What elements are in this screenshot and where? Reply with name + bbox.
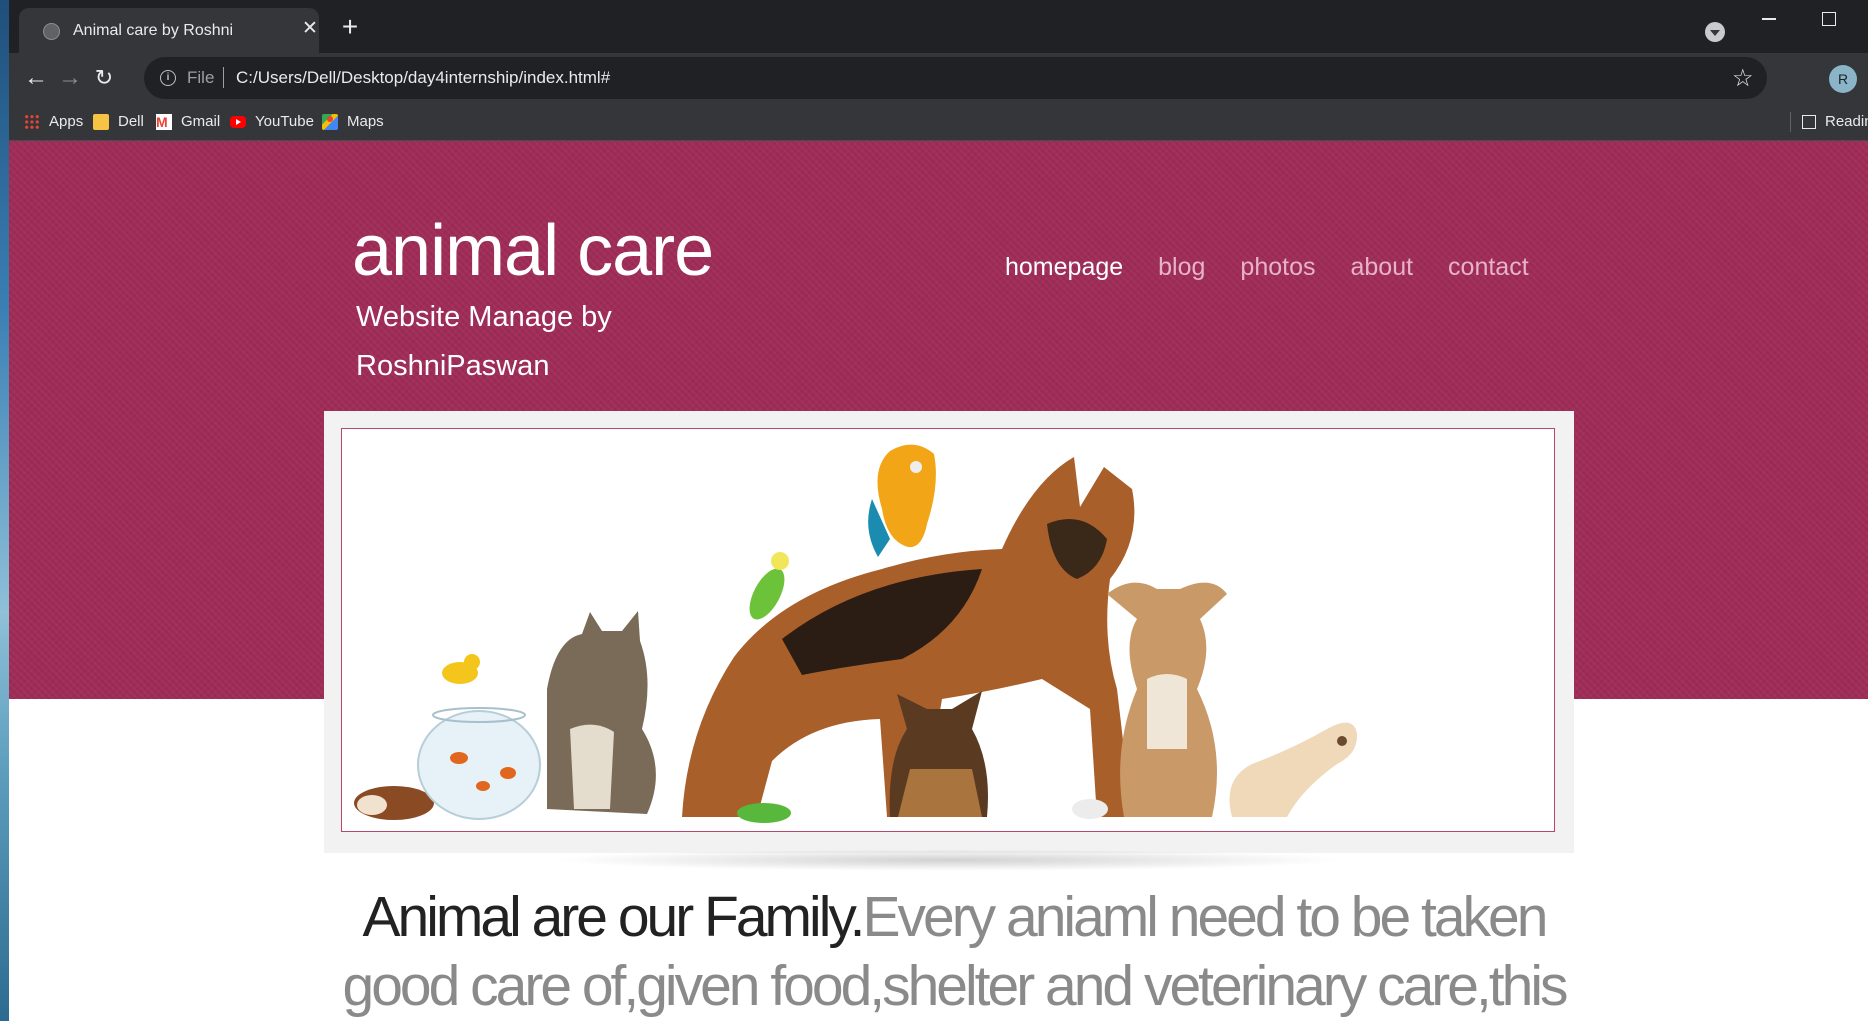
profile-avatar[interactable]: R [1829,65,1857,93]
maps-icon [322,114,338,131]
pets-illustration [354,444,1358,823]
bookmarks-separator [1790,112,1791,132]
reading-list-icon [1802,115,1816,130]
headline-lead: Animal are our Family. [362,885,866,949]
back-arrow-icon[interactable]: ← [21,63,51,93]
browser-window: Animal care by Roshni ✕ + ← → ↻ i File C… [9,0,1868,1021]
folder-icon [93,114,109,131]
main-nav: homepage blog photos about contact [1005,253,1564,293]
browser-tab[interactable]: Animal care by Roshni ✕ [19,8,319,53]
bookmark-label: Apps [49,113,84,130]
tab-search-icon[interactable] [1705,22,1725,42]
bookmark-label: Gmail [181,113,221,130]
ferret-shape [1229,722,1358,817]
url-text[interactable]: C:/Users/Dell/Desktop/day4internship/ind… [236,68,610,88]
site-tagline: Website Manage by RoshniPaswan [356,301,612,382]
nav-photos[interactable]: photos [1240,253,1315,282]
frame-shadow [549,849,1349,871]
mouse-shape [1072,799,1108,819]
web-page: animal care Website Manage by RoshniPasw… [9,141,1868,1021]
bookmark-label: YouTube [255,113,314,130]
nav-homepage[interactable]: homepage [1005,253,1123,282]
reading-list-label: Reading [1825,113,1868,130]
bookmark-label: Dell [118,113,144,130]
reading-list-button[interactable]: Reading [1802,112,1868,132]
info-icon[interactable]: i [160,70,176,86]
desktop-background-strip [0,0,9,1021]
address-bar[interactable]: i File C:/Users/Dell/Desktop/day4interns… [144,57,1767,99]
bookmark-gmail[interactable]: Gmail [156,112,220,132]
apps-grid-icon [24,114,40,131]
tab-title: Animal care by Roshni [73,22,234,39]
url-scheme-label: File [187,68,215,87]
hero-image-frame [324,411,1574,853]
star-icon[interactable]: ☆ [1732,64,1754,93]
nav-contact[interactable]: contact [1448,253,1529,282]
nav-blog[interactable]: blog [1158,253,1205,282]
close-tab-icon[interactable]: ✕ [299,18,321,40]
site-logo[interactable]: animal care [352,215,714,287]
minimize-icon[interactable] [1762,18,1776,20]
intro-headline: Animal are our Family.Every aniaml need … [324,883,1584,1021]
new-tab-button[interactable]: + [337,13,363,41]
hero-image [341,428,1555,832]
youtube-icon [230,116,246,129]
nav-about[interactable]: about [1350,253,1413,282]
maximize-icon[interactable] [1822,12,1836,26]
address-separator [223,67,224,88]
bookmark-apps[interactable]: Apps [24,112,83,132]
frog-shape [737,803,791,823]
bookmark-youtube[interactable]: YouTube [230,112,314,132]
bookmark-dell[interactable]: Dell [93,112,144,132]
bookmark-maps[interactable]: Maps [322,112,384,132]
bookmark-label: Maps [347,113,384,130]
forward-arrow-icon[interactable]: → [55,63,85,93]
browser-toolbar: ← → ↻ i File C:/Users/Dell/Desktop/day4i… [9,53,1868,104]
bookmarks-bar: Apps Dell Gmail YouTube Maps Reading [9,104,1868,141]
reload-icon[interactable]: ↻ [89,63,119,93]
globe-icon [43,23,60,40]
fishbowl-shape [417,710,541,820]
tab-strip: Animal care by Roshni ✕ + [9,0,1868,53]
gmail-icon [156,112,172,132]
